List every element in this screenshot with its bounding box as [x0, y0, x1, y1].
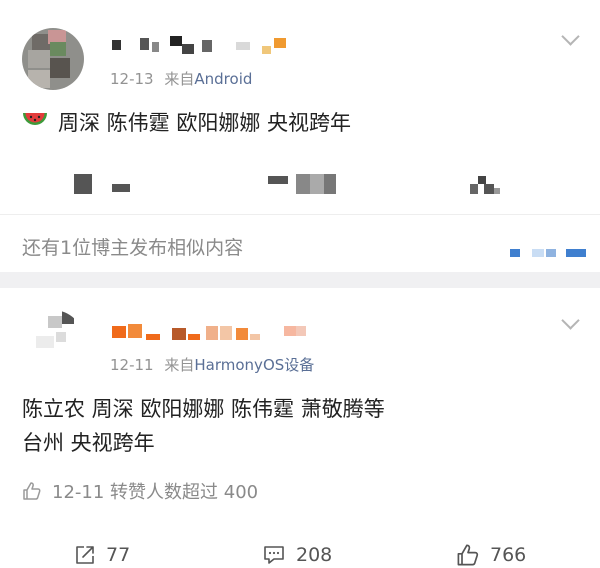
post-date: 12-13: [110, 70, 154, 88]
like-count: 766: [490, 544, 527, 566]
username-pixelated[interactable]: [112, 320, 312, 342]
avatar-pixel: [56, 332, 66, 342]
avatar[interactable]: [22, 28, 84, 90]
redacted-pixel: [112, 184, 130, 192]
name-pixel: [274, 38, 286, 48]
avatar-pixel: [48, 316, 62, 328]
card-divider: [0, 272, 600, 288]
avatar-pixel: [28, 50, 50, 68]
post-meta: 12-11 来自HarmonyOS设备: [110, 354, 314, 375]
repost-button[interactable]: 77: [74, 542, 130, 568]
redacted-pixel: [470, 184, 478, 194]
name-pixel: [206, 326, 218, 340]
avatar-pixel: [36, 336, 54, 348]
name-pixel: [236, 328, 248, 340]
name-pixel: [236, 42, 250, 50]
similar-content-row[interactable]: 还有1位博主发布相似内容: [0, 214, 600, 273]
name-pixel: [140, 38, 149, 50]
name-pixel: [128, 324, 142, 338]
name-pixel: [172, 328, 186, 340]
source-prefix: 来自: [164, 70, 195, 88]
redacted-pixel: [532, 249, 544, 257]
redacted-pixel: [268, 176, 288, 184]
redacted-pixel: [74, 174, 92, 194]
thumbs-up-icon: [23, 482, 41, 500]
redacted-pixel: [484, 184, 494, 194]
redacted-pixel: [296, 174, 310, 194]
redacted-pixel: [510, 249, 520, 257]
chevron-down-icon[interactable]: [561, 27, 580, 46]
post-text-line: 台州 央视跨年: [22, 431, 155, 455]
comment-icon: [264, 546, 284, 564]
similar-content-text: 还有1位博主发布相似内容: [22, 237, 244, 259]
repost-action-redacted[interactable]: [74, 174, 134, 196]
chevron-down-icon[interactable]: [561, 311, 580, 330]
comment-action-redacted[interactable]: [268, 174, 340, 196]
thumbs-up-icon: [457, 544, 479, 566]
source-prefix: 来自: [164, 356, 195, 374]
name-pixel: [112, 326, 126, 338]
watermelon-emoji: [22, 107, 48, 141]
name-pixel: [188, 334, 200, 340]
name-pixel: [284, 326, 296, 336]
avatar-pixel: [28, 70, 50, 88]
redacted-pixel: [546, 249, 556, 257]
username-pixelated[interactable]: [112, 34, 292, 56]
name-pixel: [202, 40, 212, 52]
post-content: 陈立农 周深 欧阳娜娜 陈伟霆 萧敬腾等 台州 央视跨年: [22, 392, 385, 460]
post-text: 周深 陈伟霆 欧阳娜娜 央视跨年: [58, 111, 352, 135]
name-pixel: [182, 44, 194, 54]
avatar-pixel: [62, 310, 74, 324]
weibo-post-card-1: 12-13 来自Android 周深 陈伟霆 欧阳娜娜 央视跨年 还有1位博主发…: [0, 0, 600, 272]
name-pixel: [152, 42, 159, 52]
weibo-post-card-2: 12-11 来自HarmonyOS设备 陈立农 周深 欧阳娜娜 陈伟霆 萧敬腾等…: [0, 288, 600, 566]
post-meta: 12-13 来自Android: [110, 68, 252, 89]
redacted-pixel: [566, 249, 586, 257]
name-pixel: [250, 334, 260, 340]
redacted-pixel: [324, 174, 336, 194]
blogger-avatars-pixelated: [510, 247, 590, 259]
source-label[interactable]: Android: [194, 70, 252, 88]
repost-summary-text: 12-11 转赞人数超过 400: [52, 482, 259, 503]
avatar-pixel: [50, 58, 70, 78]
name-pixel: [220, 326, 232, 340]
name-pixel: [262, 46, 271, 54]
post-text-line: 陈立农 周深 欧阳娜娜 陈伟霆 萧敬腾等: [22, 397, 385, 421]
avatar-pixel: [50, 42, 66, 56]
like-button[interactable]: 766: [456, 542, 526, 568]
redacted-pixel: [478, 176, 486, 184]
avatar[interactable]: [22, 310, 84, 372]
repost-summary[interactable]: 12-11 转赞人数超过 400: [22, 478, 258, 504]
post-content: 周深 陈伟霆 欧阳娜娜 央视跨年: [22, 106, 351, 141]
name-pixel: [112, 40, 121, 50]
post-date: 12-11: [110, 356, 154, 374]
name-pixel: [146, 334, 160, 340]
name-pixel: [170, 36, 182, 46]
redacted-pixel: [494, 188, 500, 194]
name-pixel: [296, 326, 306, 336]
repost-count: 77: [106, 544, 131, 566]
source-label[interactable]: HarmonyOS设备: [194, 356, 314, 374]
comment-button[interactable]: 208: [262, 542, 332, 568]
redacted-pixel: [310, 174, 324, 194]
comment-count: 208: [296, 544, 333, 566]
like-action-redacted[interactable]: [468, 174, 508, 196]
share-icon: [76, 546, 94, 564]
